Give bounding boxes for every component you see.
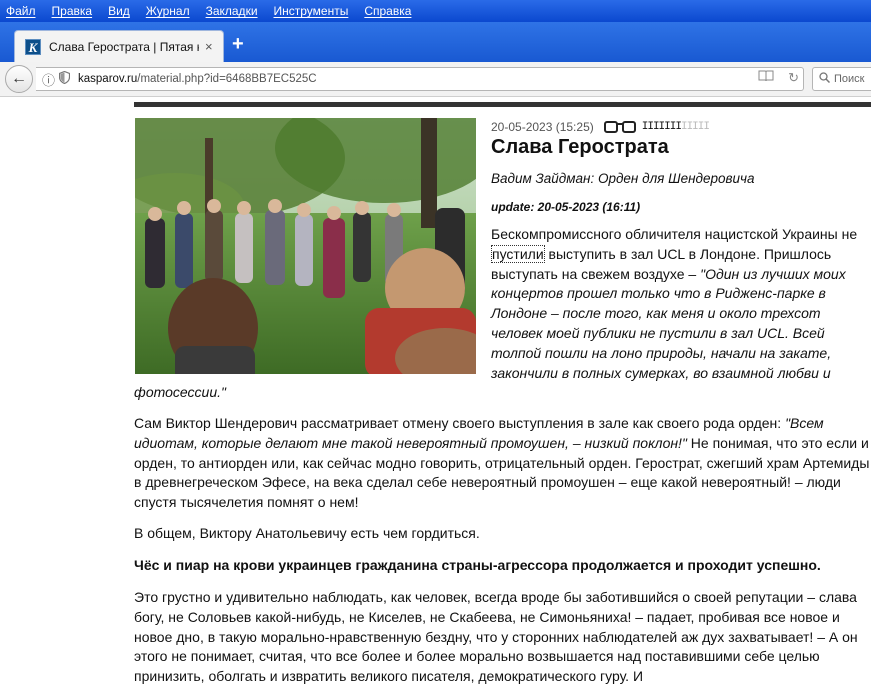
back-arrow-icon: ← <box>11 70 27 87</box>
paragraph-4: Это грустно и удивительно наблюдать, как… <box>134 589 858 685</box>
article-update: update: 20-05-2023 (16:11) <box>491 200 641 214</box>
rating-bars: IIIIIIIIIIII <box>641 121 710 133</box>
url-text[interactable]: kasparov.ru/material.php?id=6468BB7EC525… <box>78 73 317 85</box>
reader-view-icon[interactable] <box>758 70 774 86</box>
rating-empty: IIIII <box>680 121 710 133</box>
menu-item-bookmarks[interactable]: Закладки <box>206 4 258 18</box>
new-tab-button[interactable]: + <box>232 34 244 54</box>
paragraph-2: В общем, Виктору Анатольевичу есть чем г… <box>134 525 480 541</box>
menu-item-history[interactable]: Журнал <box>146 4 190 18</box>
search-placeholder: Поиск <box>834 73 865 85</box>
p1-text-1: Сам Виктор Шендерович рассматривает отме… <box>134 415 786 431</box>
glasses-icon <box>603 121 636 133</box>
paragraph-1: Сам Виктор Шендерович рассматривает отме… <box>134 414 871 513</box>
menu-item-view[interactable]: Вид <box>108 4 130 18</box>
address-bar-actions: ↻ <box>758 70 799 86</box>
lead-text-1: Бескомпромиссного обличителя нацистской … <box>491 226 858 242</box>
menu-bar: Файл Правка Вид Журнал Закладки Инструме… <box>0 0 871 22</box>
article-meta: 20-05-2023 (15:25) IIIIIIIIIIII <box>491 120 710 134</box>
search-icon <box>819 72 831 86</box>
search-input[interactable]: Поиск <box>812 67 871 91</box>
header-rule <box>134 102 871 107</box>
close-tab-icon[interactable]: × <box>205 39 213 54</box>
menu-item-edit[interactable]: Правка <box>52 4 93 18</box>
tab-title: Слава Герострата | Пятая к... <box>49 39 199 54</box>
menu-item-tools[interactable]: Инструменты <box>274 4 349 18</box>
tab-active[interactable]: K Слава Герострата | Пятая к... × <box>14 30 224 62</box>
url-path: /material.php?id=6468BB7EC525C <box>137 73 317 85</box>
reload-icon[interactable]: ↻ <box>788 70 799 86</box>
info-icon[interactable]: ⓘ <box>42 70 55 89</box>
menu-item-file[interactable]: Файл <box>6 4 36 18</box>
back-button[interactable]: ← <box>5 65 33 93</box>
article-subtitle: Вадим Зайдман: Орден для Шендеровича <box>491 171 755 186</box>
rating-filled: IIIIIII <box>641 121 682 133</box>
article-date: 20-05-2023 (15:25) <box>491 120 594 134</box>
url-domain: kasparov.ru <box>78 73 138 85</box>
paragraph-3-bold: Чёс и пиар на крови украинцев гражданина… <box>134 557 821 573</box>
menu-item-help[interactable]: Справка <box>364 4 411 18</box>
navigation-bar: ← ⓘ kasparov.ru/material.php?id=6468BB7E… <box>0 62 871 97</box>
site-favicon-icon: K <box>25 38 41 55</box>
article-title: Слава Герострата <box>491 136 669 158</box>
article-lead: Бескомпромиссного обличителя нацистской … <box>134 225 871 403</box>
address-bar[interactable]: ⓘ kasparov.ru/material.php?id=6468BB7EC5… <box>36 67 804 91</box>
lead-link[interactable]: пустили <box>491 244 545 263</box>
shield-icon[interactable] <box>58 70 71 87</box>
tab-strip: K Слава Герострата | Пятая к... × + <box>0 22 871 62</box>
